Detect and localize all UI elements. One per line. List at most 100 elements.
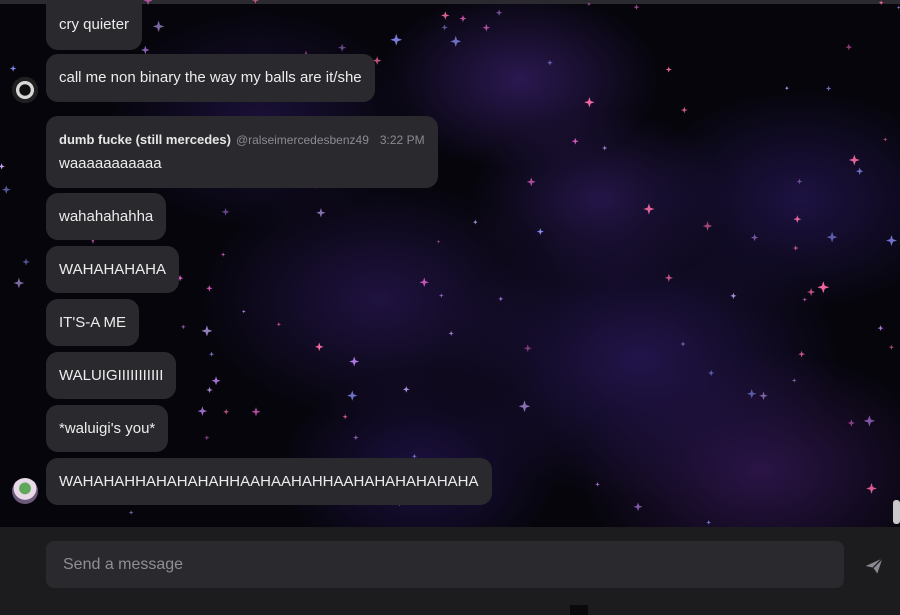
star-sparkle: [784, 86, 789, 91]
message-bubble[interactable]: IT'S-A ME: [46, 299, 140, 346]
bottom-divider: [570, 605, 588, 615]
star-sparkle: [595, 481, 600, 487]
message-bubble[interactable]: *waluigi's you*: [46, 405, 169, 452]
star-sparkle: [223, 408, 230, 415]
star-sparkle: [702, 221, 713, 231]
star-sparkle: [791, 378, 797, 383]
message-text: call me non binary the way my balls are …: [59, 69, 362, 86]
star-sparkle: [316, 208, 326, 218]
star-sparkle: [866, 483, 877, 494]
star-sparkle: [888, 344, 895, 350]
star-sparkle: [536, 228, 544, 236]
star-sparkle: [211, 376, 221, 386]
author-name[interactable]: dumb fucke (still mercedes): [59, 130, 231, 150]
star-sparkle: [633, 502, 643, 512]
star-sparkle: [586, 1, 592, 7]
star-sparkle: [896, 5, 900, 10]
star-sparkle: [883, 137, 888, 142]
star-sparkle: [353, 434, 359, 441]
message-text: WALUIGIIIIIIIIIII: [59, 366, 164, 384]
star-sparkle: [845, 43, 853, 51]
star-sparkle: [251, 407, 261, 417]
message-bubble[interactable]: WAHAHAHAHA: [46, 246, 179, 293]
star-sparkle: [9, 65, 17, 72]
star-sparkle: [402, 386, 410, 393]
star-sparkle: [448, 330, 454, 336]
star-sparkle: [459, 14, 467, 23]
star-sparkle: [706, 519, 712, 525]
star-sparkle: [796, 178, 803, 185]
star-sparkle: [746, 389, 757, 399]
avatar[interactable]: [12, 478, 38, 504]
star-sparkle: [338, 43, 347, 52]
star-sparkle: [807, 287, 816, 297]
star-sparkle: [602, 145, 608, 151]
scrollbar-thumb[interactable]: [893, 500, 900, 524]
message-bubble[interactable]: dumb fucke (still mercedes) @ralseimerce…: [46, 116, 438, 188]
message-bubble[interactable]: wahahahahha: [46, 193, 167, 240]
message-input[interactable]: Send a message: [46, 541, 844, 588]
message-bubble[interactable]: WALUIGIIIIIIIIIII: [46, 352, 177, 399]
star-sparkle: [863, 415, 876, 427]
author-handle: @ralseimercedesbenz49: [235, 133, 369, 147]
star-sparkle: [152, 20, 165, 33]
star-sparkle: [347, 390, 358, 401]
star-sparkle: [825, 85, 832, 92]
star-sparkle: [201, 325, 213, 337]
star-sparkle: [276, 322, 282, 327]
star-sparkle: [208, 351, 215, 357]
star-sparkle: [518, 400, 531, 413]
message-timestamp: 3:22 PM: [379, 133, 425, 147]
star-sparkle: [342, 414, 348, 420]
star-sparkle: [848, 154, 860, 166]
star-sparkle: [22, 258, 30, 266]
star-sparkle: [792, 245, 799, 252]
star-sparkle: [221, 207, 230, 216]
star-sparkle: [877, 325, 884, 332]
star-sparkle: [441, 11, 450, 20]
star-sparkle: [523, 344, 532, 353]
star-sparkle: [128, 510, 134, 515]
star-sparkle: [633, 4, 640, 11]
star-sparkle: [349, 356, 360, 367]
star-sparkle: [759, 391, 768, 401]
star-sparkle: [878, 0, 884, 6]
send-icon[interactable]: [864, 556, 884, 576]
star-sparkle: [571, 137, 579, 145]
star-sparkle: [241, 309, 246, 314]
star-sparkle: [793, 215, 802, 224]
star-sparkle: [665, 66, 672, 73]
star-sparkle: [140, 45, 150, 55]
avatar[interactable]: [12, 77, 38, 103]
star-sparkle: [441, 24, 448, 31]
message-bubble[interactable]: WAHAHAHHAHAHAHAHHAAHAAHAHHAAHAHAHAHAHAHA: [46, 458, 492, 505]
star-sparkle: [390, 33, 403, 46]
star-sparkle: [847, 419, 856, 427]
star-sparkle: [450, 35, 462, 47]
bottom-strip: [0, 600, 900, 615]
message-bubble[interactable]: call me non binary the way my balls are …: [46, 54, 375, 102]
star-sparkle: [436, 239, 441, 244]
star-sparkle: [643, 203, 655, 215]
star-sparkle: [546, 59, 553, 66]
message-bubble[interactable]: cry quieter: [46, 0, 143, 50]
star-sparkle: [526, 177, 536, 187]
chat-message-list[interactable]: cry quieter call me non binary the way m…: [0, 0, 900, 527]
star-sparkle: [855, 167, 864, 175]
star-sparkle: [798, 350, 806, 358]
message-text: *waluigi's you*: [59, 419, 156, 437]
star-sparkle: [817, 281, 830, 294]
star-sparkle: [680, 341, 686, 347]
star-sparkle: [584, 97, 595, 108]
message-text: WAHAHAHAHA: [59, 260, 166, 278]
star-sparkle: [826, 231, 838, 243]
star-sparkle: [680, 106, 688, 114]
star-sparkle: [750, 233, 759, 242]
star-sparkle: [472, 219, 478, 225]
message-text: waaaaaaaaaaa: [59, 155, 162, 172]
star-sparkle: [438, 293, 444, 298]
star-sparkle: [886, 234, 897, 246]
star-sparkle: [482, 23, 491, 32]
star-sparkle: [495, 9, 503, 16]
star-sparkle: [730, 292, 737, 300]
